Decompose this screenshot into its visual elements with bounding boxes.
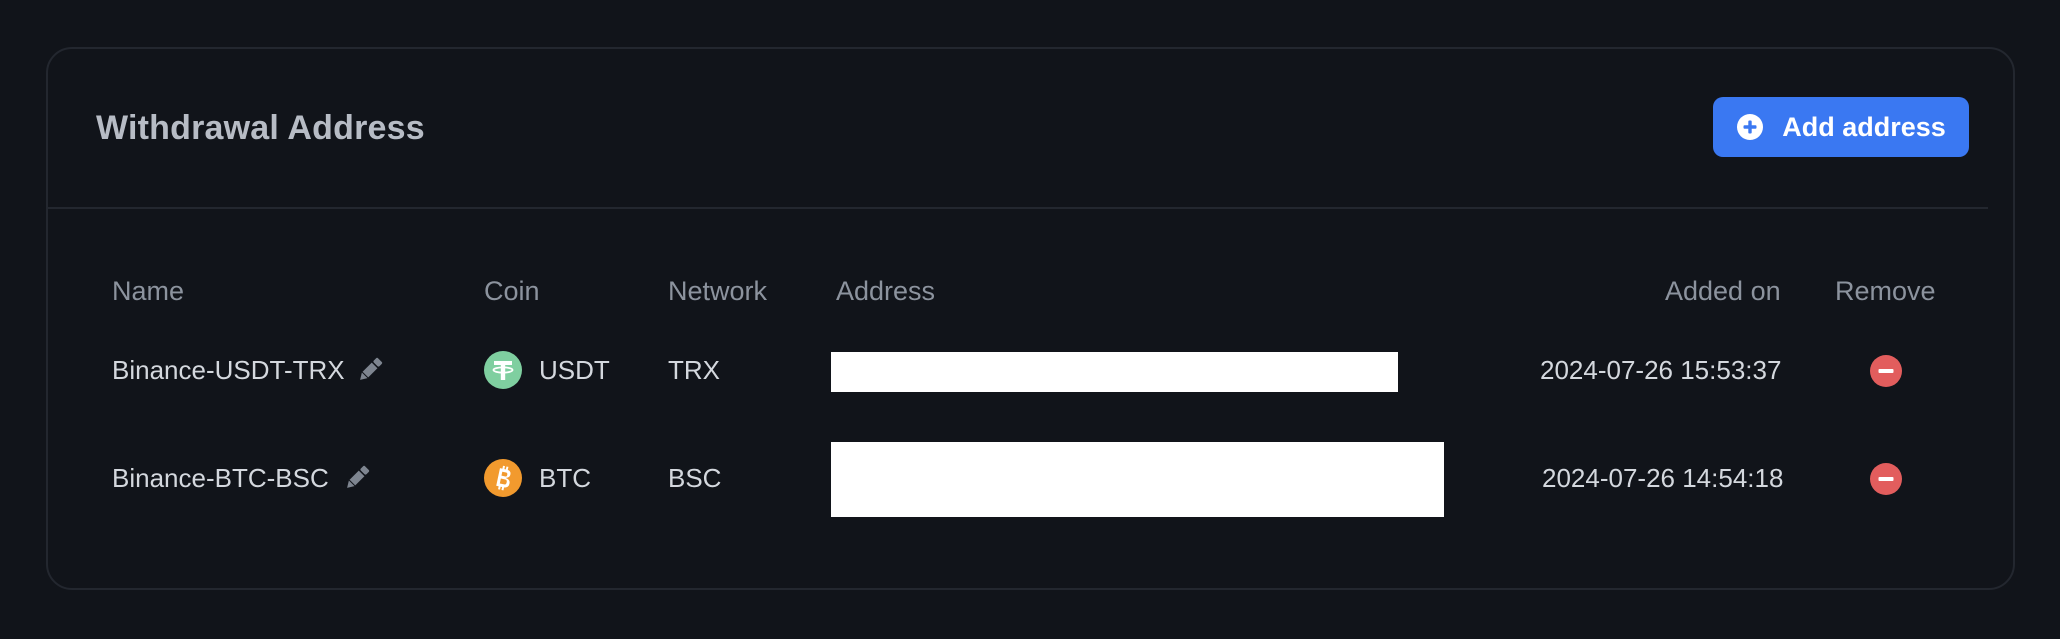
coin-symbol: BTC (539, 463, 591, 493)
tether-icon (484, 351, 522, 389)
pencil-icon[interactable] (355, 355, 385, 385)
column-header-added-on: Added on (1665, 276, 1781, 306)
add-address-button[interactable]: Add address (1713, 97, 1969, 157)
network-name: BSC (668, 463, 722, 493)
column-header-address: Address (836, 276, 936, 306)
card-title: Withdrawal Address (96, 109, 425, 147)
address-name: Binance-USDT-TRX (112, 355, 345, 385)
pencil-icon[interactable] (342, 463, 372, 493)
minus-circle-icon[interactable] (1870, 355, 1902, 387)
address-name: Binance-BTC-BSC (112, 463, 329, 493)
added-on-timestamp: 2024-07-26 15:53:37 (1540, 355, 1782, 385)
address-value (831, 442, 1444, 517)
minus-circle-icon[interactable] (1870, 463, 1902, 495)
card-header: Withdrawal Address Add address (48, 49, 1988, 209)
column-header-name: Name (112, 276, 185, 306)
address-value (831, 352, 1398, 392)
column-header-network: Network (668, 276, 768, 306)
coin-symbol: USDT (539, 355, 610, 385)
column-header-coin: Coin (484, 276, 540, 306)
column-header-remove: Remove (1835, 276, 1936, 306)
plus-circle-icon (1737, 114, 1764, 140)
add-address-label: Add address (1782, 111, 1946, 142)
network-name: TRX (668, 355, 720, 385)
bitcoin-icon (484, 459, 522, 497)
added-on-timestamp: 2024-07-26 14:54:18 (1542, 463, 1784, 493)
